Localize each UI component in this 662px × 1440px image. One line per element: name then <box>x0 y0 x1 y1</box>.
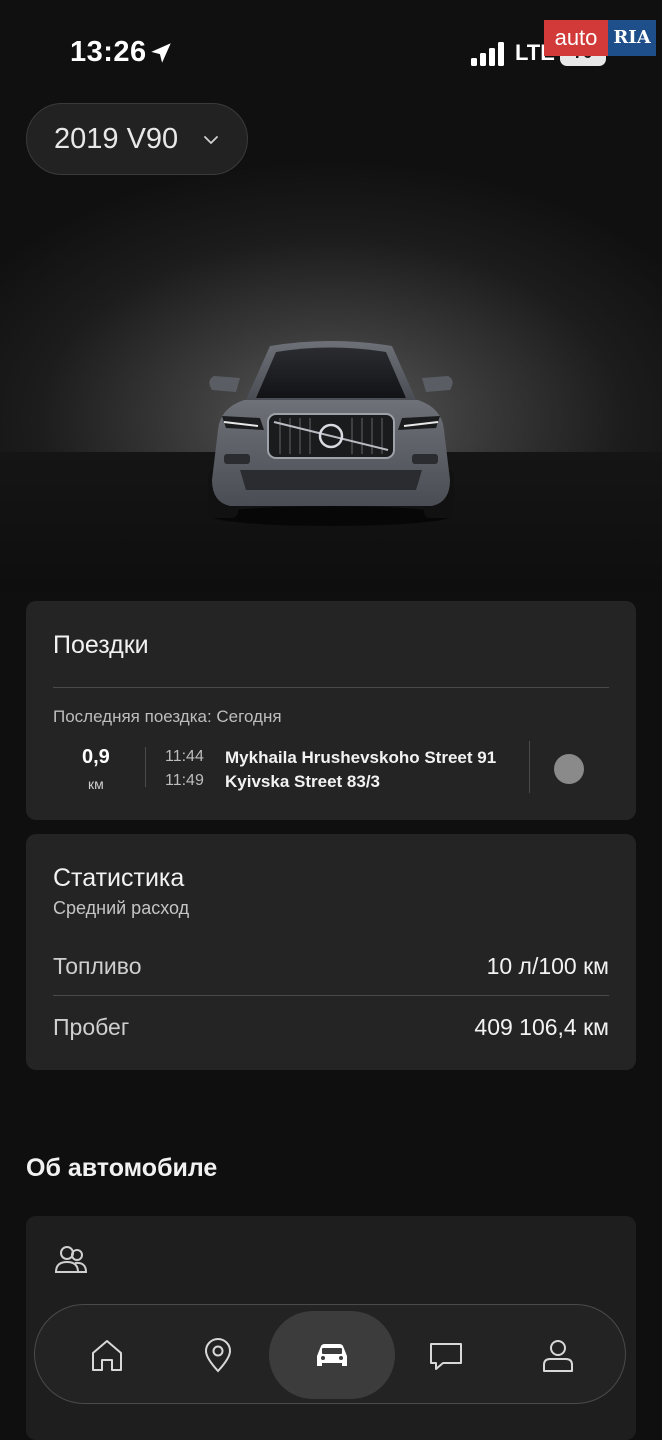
trip-end-address: Kyivska Street 83/3 <box>225 772 380 791</box>
divider <box>145 747 146 787</box>
stats-subtitle: Средний расход <box>53 898 190 918</box>
car-icon <box>317 1344 347 1366</box>
stats-card[interactable]: Статистика Средний расход Топливо 10 л/1… <box>26 834 636 1070</box>
trips-title: Поездки <box>53 631 149 659</box>
about-car-heading: Об автомобиле <box>26 1154 218 1182</box>
chevron-down-icon <box>204 136 218 144</box>
stat-fuel-label: Топливо <box>53 953 142 979</box>
bottom-navigation <box>34 1304 626 1404</box>
watermark-left: auto <box>544 20 608 56</box>
home-icon <box>92 1340 122 1371</box>
stat-fuel-value: 10 л/100 км <box>486 953 609 979</box>
car-selector-button[interactable]: 2019 V90 <box>26 103 248 175</box>
profile-icon <box>543 1340 573 1372</box>
watermark-right: RIA <box>608 20 656 56</box>
divider <box>529 741 530 793</box>
divider <box>53 687 609 688</box>
location-arrow-icon <box>151 43 171 63</box>
trip-map-thumbnail[interactable] <box>554 754 584 784</box>
map-pin-icon <box>204 1338 232 1373</box>
signal-icon <box>471 42 504 66</box>
trip-end-time: 11:49 <box>165 772 204 789</box>
chat-icon <box>430 1343 462 1370</box>
trip-distance: 0,9 <box>82 746 110 768</box>
users-icon <box>54 1246 88 1273</box>
nav-map[interactable] <box>163 1305 273 1405</box>
watermark-logo: auto RIA <box>544 20 656 56</box>
stat-mileage-value: 409 106,4 км <box>474 1014 609 1040</box>
app-screen: 13:26 LTE 70 auto RIA 2019 V90 <box>0 0 662 1440</box>
nav-car[interactable] <box>269 1311 395 1399</box>
trip-start-time: 11:44 <box>165 748 204 765</box>
car-image <box>208 341 454 526</box>
car-selector-label: 2019 V90 <box>54 122 179 155</box>
nav-profile[interactable] <box>503 1305 613 1405</box>
trip-distance-unit: км <box>88 776 104 792</box>
stat-mileage-label: Пробег <box>53 1014 130 1040</box>
status-time: 13:26 <box>70 36 147 68</box>
stats-title: Статистика <box>53 864 185 892</box>
last-trip-label: Последняя поездка: Сегодня <box>53 707 282 726</box>
nav-home[interactable] <box>52 1305 162 1405</box>
nav-chat[interactable] <box>391 1305 501 1405</box>
status-bar: 13:26 LTE 70 auto RIA <box>0 0 662 100</box>
trips-card[interactable]: Поездки Последняя поездка: Сегодня 0,9 к… <box>26 601 636 820</box>
divider <box>53 995 609 996</box>
trip-start-address: Mykhaila Hrushevskoho Street 91 <box>225 748 497 767</box>
